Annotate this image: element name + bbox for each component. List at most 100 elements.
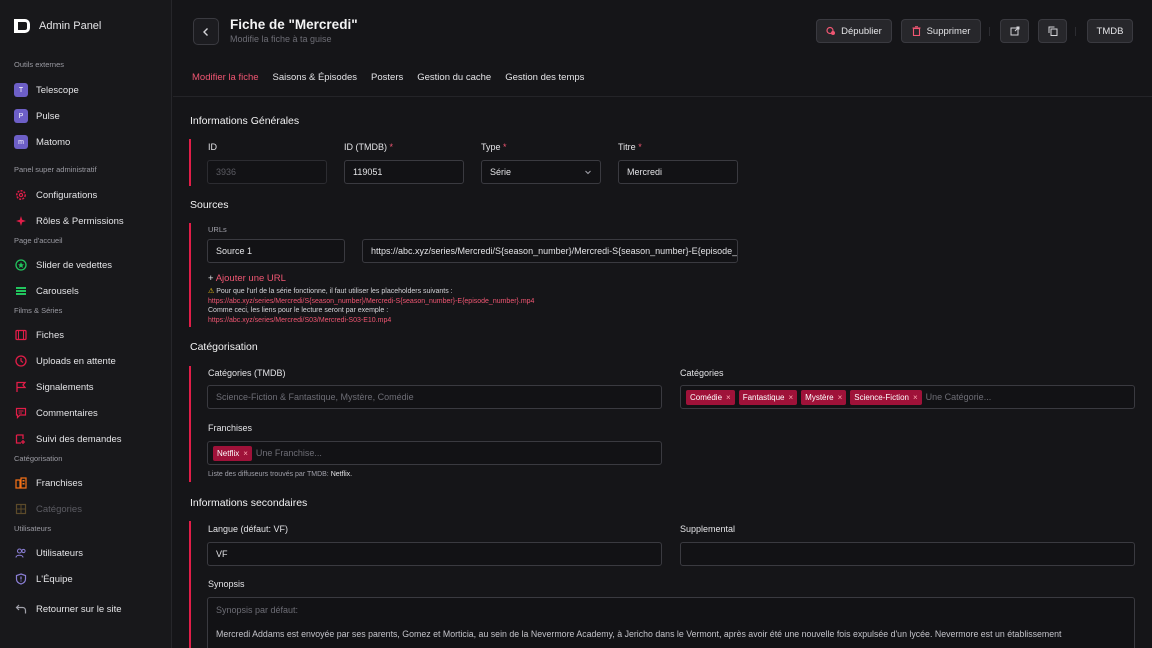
brand[interactable]: Admin Panel — [0, 0, 171, 52]
sidebar-item-categories[interactable]: Catégories — [0, 496, 171, 522]
sources-help: ⚠ Pour que l'url de la série fonctionne,… — [208, 287, 534, 326]
sidebar-item-label: Telescope — [36, 84, 79, 96]
divider — [989, 27, 990, 36]
chip-label: Mystère — [805, 392, 834, 402]
delete-label: Supprimer — [926, 25, 971, 37]
sidebar-item-equipe[interactable]: L'Équipe — [0, 566, 171, 592]
synopsis-textarea[interactable]: Synopsis par défaut: Mercredi Addams est… — [207, 597, 1135, 648]
id-label: ID — [208, 142, 217, 152]
warning-icon: ⚠ — [208, 288, 215, 295]
page-subtitle: Modifie la fiche à ta guise — [230, 34, 332, 44]
sidebar-item-slider[interactable]: Slider de vedettes — [0, 252, 171, 278]
required-mark: * — [503, 142, 507, 152]
unpublish-button[interactable]: Dépublier — [816, 19, 892, 43]
supplemental-field[interactable] — [680, 542, 1135, 566]
type-select[interactable]: Série — [481, 160, 601, 184]
close-icon[interactable]: × — [726, 393, 731, 402]
sidebar-item-label: Matomo — [36, 136, 71, 148]
tab-posters[interactable]: Posters — [371, 72, 403, 83]
tab-modifier-fiche[interactable]: Modifier la fiche — [192, 72, 259, 83]
chevron-down-icon — [585, 170, 591, 175]
tab-gestion-temps[interactable]: Gestion des temps — [505, 72, 584, 83]
comment-icon — [14, 406, 28, 420]
matomo-icon: m — [14, 135, 28, 149]
add-url-button[interactable]: + Ajouter une URL — [208, 273, 286, 284]
supplemental-label: Supplemental — [680, 524, 736, 534]
close-icon[interactable]: × — [913, 393, 918, 402]
tmdb-id-label: ID (TMDB) * — [344, 142, 393, 152]
sidebar-item-pulse[interactable]: P Pulse — [0, 103, 171, 129]
sidebar-item-suivi-demandes[interactable]: Suivi des demandes — [0, 426, 171, 452]
franchise-chip[interactable]: Netflix × — [213, 445, 252, 461]
sidebar-item-retour[interactable]: Retourner sur le site — [0, 596, 171, 622]
help-url-1: https://abc.xyz/series/Mercredi/S{season… — [208, 297, 535, 305]
sidebar-item-label: Catégories — [36, 503, 82, 515]
titre-label-text: Titre — [618, 142, 636, 152]
sidebar-group-title: Films & Séries — [14, 306, 63, 315]
copy-icon — [1048, 26, 1057, 36]
langue-label: Langue (défaut: VF) — [208, 524, 289, 534]
source-name-field[interactable]: Source 1 — [207, 239, 345, 263]
titre-field[interactable]: Mercredi — [618, 160, 738, 184]
logo-icon — [14, 18, 30, 34]
add-url-label: Ajouter une URL — [215, 273, 286, 284]
sidebar-item-matomo[interactable]: m Matomo — [0, 129, 171, 155]
franchises-input-placeholder[interactable]: Une Franchise... — [256, 448, 322, 458]
sidebar-group-title: Utilisateurs — [14, 524, 52, 533]
section-accent-bar — [189, 223, 191, 327]
sidebar-item-utilisateurs[interactable]: Utilisateurs — [0, 540, 171, 566]
required-mark: * — [638, 142, 642, 152]
chip-label: Science-Fiction — [854, 392, 909, 402]
unpublish-label: Dépublier — [841, 25, 882, 37]
sidebar-item-commentaires[interactable]: Commentaires — [0, 400, 171, 426]
close-icon[interactable]: × — [243, 449, 248, 458]
open-external-button[interactable] — [1000, 19, 1029, 43]
category-chip[interactable]: Fantastique × — [738, 389, 798, 405]
diffuseurs-text: Liste des diffuseurs trouvés par TMDB: — [208, 471, 329, 478]
tab-saisons-episodes[interactable]: Saisons & Épisodes — [273, 72, 358, 83]
diffuseurs-note: Liste des diffuseurs trouvés par TMDB: N… — [208, 471, 352, 478]
tmdb-button[interactable]: TMDB — [1087, 19, 1133, 43]
sidebar-item-label: Uploads en attente — [36, 355, 116, 367]
sidebar-item-roles[interactable]: Rôles & Permissions — [0, 208, 171, 234]
back-button[interactable] — [193, 18, 219, 45]
building-icon — [14, 476, 28, 490]
sidebar-item-uploads[interactable]: Uploads en attente — [0, 348, 171, 374]
clock-icon — [14, 354, 28, 368]
synopsis-placeholder: Synopsis par défaut: — [216, 605, 299, 615]
header: Fiche de "Mercredi" Modifie la fiche à t… — [173, 0, 1152, 62]
section-accent-bar — [189, 366, 191, 482]
sidebar-item-signalements[interactable]: Signalements — [0, 374, 171, 400]
source-url-field[interactable]: https://abc.xyz/series/Mercredi/S{season… — [362, 239, 738, 263]
sidebar-item-fiches[interactable]: Fiches — [0, 322, 171, 348]
sidebar-item-configurations[interactable]: Configurations — [0, 182, 171, 208]
tab-gestion-cache[interactable]: Gestion du cache — [417, 72, 491, 83]
sidebar-item-franchises[interactable]: Franchises — [0, 470, 171, 496]
close-icon[interactable]: × — [789, 393, 794, 402]
categories-field[interactable]: Comédie × Fantastique × Mystère × Science-F… — [680, 385, 1135, 409]
langue-field[interactable]: VF — [207, 542, 662, 566]
sidebar-group-title: Page d'accueil — [14, 236, 63, 245]
tmdb-categories-value: Science-Fiction & Fantastique, Mystère, … — [216, 392, 414, 402]
tmdb-id-field[interactable]: 119051 — [344, 160, 464, 184]
category-chip[interactable]: Mystère × — [801, 389, 847, 405]
section-title-secondary: Informations secondaires — [190, 497, 308, 509]
category-chip[interactable]: Science-Fiction × — [850, 389, 922, 405]
sidebar-item-carousels[interactable]: Carousels — [0, 278, 171, 304]
sidebar-item-label: Carousels — [36, 285, 79, 297]
delete-button[interactable]: Supprimer — [901, 19, 981, 43]
franchises-field[interactable]: Netflix × Une Franchise... — [207, 441, 662, 465]
users-icon — [14, 546, 28, 560]
close-icon[interactable]: × — [838, 393, 843, 402]
page-title: Fiche de "Mercredi" — [230, 17, 358, 32]
sidebar-item-label: Pulse — [36, 110, 60, 122]
sidebar: Admin Panel Outils externes T Telescope … — [0, 0, 172, 648]
plus-icon: + — [208, 273, 214, 284]
sidebar-item-telescope[interactable]: T Telescope — [0, 77, 171, 103]
section-accent-bar — [189, 139, 191, 186]
duplicate-button[interactable] — [1038, 19, 1067, 43]
categories-input-placeholder[interactable]: Une Catégorie... — [926, 392, 992, 402]
help-line-1: ⚠ Pour que l'url de la série fonctionne,… — [208, 287, 534, 297]
category-chip[interactable]: Comédie × — [686, 389, 735, 405]
help-line-1-text: Pour que l'url de la série fonctionne, i… — [216, 288, 453, 295]
